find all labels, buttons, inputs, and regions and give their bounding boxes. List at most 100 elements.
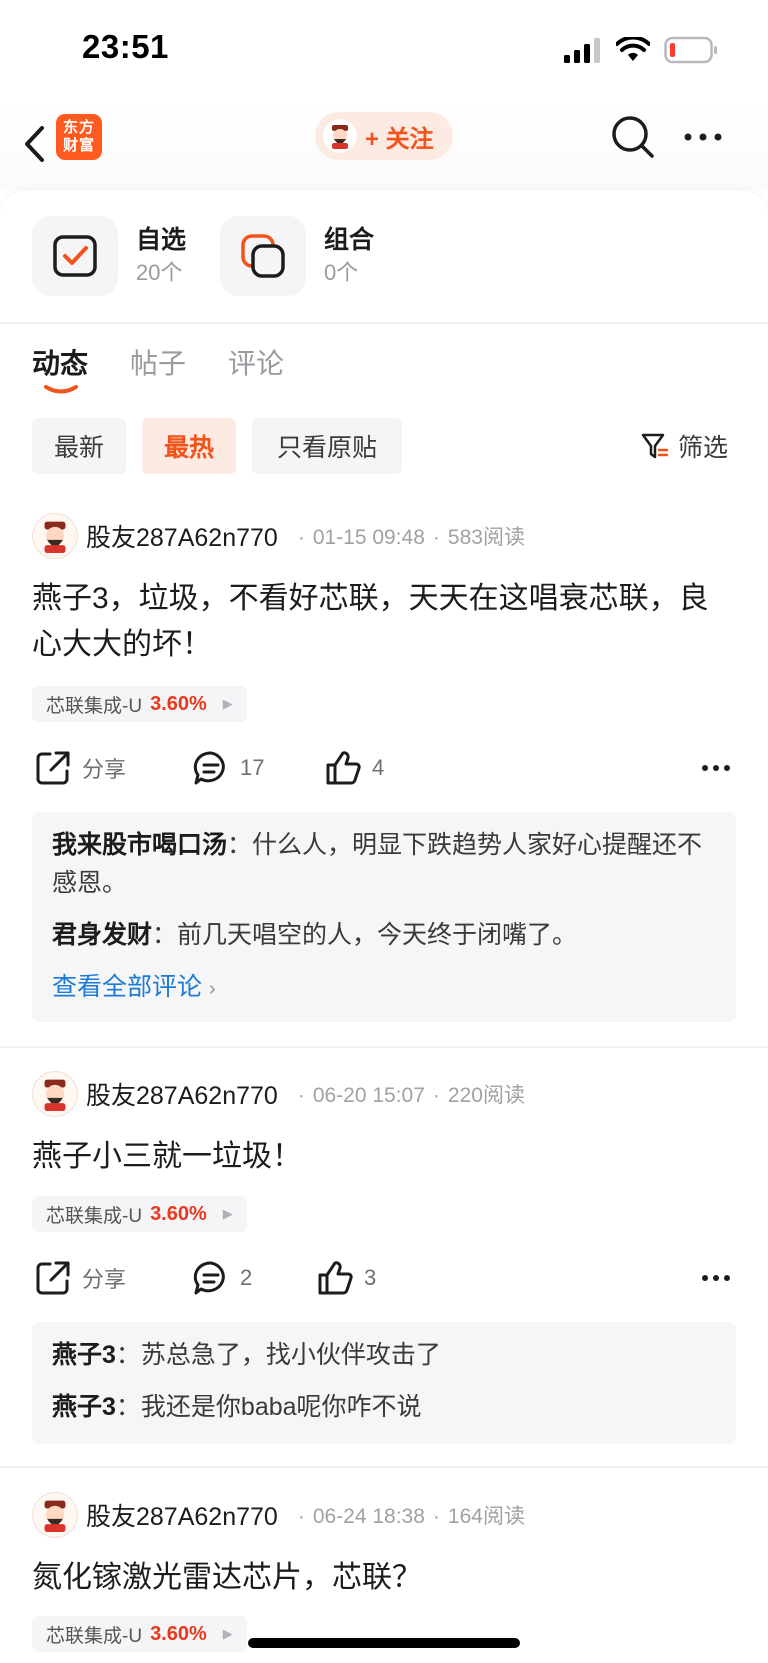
like-count: 3 — [364, 1265, 377, 1290]
more-dots-icon — [702, 1275, 730, 1281]
post-body[interactable]: 燕子3，垃圾，不看好芯联，天天在这唱衰芯联，良心大大的坏！ — [32, 576, 736, 668]
stock-name: 芯联集成-U — [46, 695, 143, 717]
caishen-avatar-icon — [44, 1500, 66, 1532]
post-time: 06-24 18:38 — [312, 1505, 425, 1528]
chevron-right-icon: › — [208, 978, 216, 1000]
stock-tag[interactable]: 芯联集成-U 3.60% ▶ — [32, 1196, 247, 1232]
shortcut-icon-box — [32, 216, 118, 296]
shortcut-count: 20个 — [136, 260, 183, 285]
shortcut-count: 0个 — [324, 260, 359, 285]
comment-item: 君身发财：前几天唱空的人，今天终于闭嘴了。 — [52, 921, 578, 949]
like-count: 4 — [372, 755, 385, 780]
chip-hottest[interactable]: 最热 — [142, 418, 236, 474]
comment-button[interactable]: 2 — [192, 1256, 252, 1300]
author-name[interactable]: 股友287A62n770 — [86, 1497, 278, 1533]
post-body[interactable]: 氮化镓激光雷达芯片，芯联？ — [32, 1555, 736, 1601]
comment-author[interactable]: 燕子3 — [52, 1393, 116, 1421]
divider — [0, 1046, 768, 1048]
tab-underline-indicator — [44, 385, 78, 394]
share-button[interactable]: 分享 — [34, 746, 126, 790]
share-icon — [36, 1261, 70, 1295]
portfolio-icon — [241, 234, 285, 278]
stock-name: 芯联集成-U — [46, 1625, 143, 1647]
chip-latest[interactable]: 最新 — [32, 418, 126, 474]
status-time: 23:51 — [82, 28, 169, 65]
post-time: 01-15 09:48 — [312, 526, 425, 549]
like-button[interactable]: 3 — [316, 1256, 376, 1300]
chip-original-only[interactable]: 只看原贴 — [252, 418, 402, 474]
comment-author[interactable]: 君身发财 — [52, 921, 152, 949]
filter-button[interactable]: 筛选 — [640, 424, 728, 468]
read-count: 220阅读 — [447, 1084, 525, 1107]
view-all-label: 查看全部评论 — [52, 973, 203, 1001]
thumbs-up-icon — [318, 1261, 353, 1295]
tab-dynamics[interactable]: 动态 — [32, 342, 88, 382]
share-icon — [36, 751, 70, 785]
stock-change: 3.60% — [150, 692, 207, 715]
chevron-left-icon — [25, 126, 44, 162]
comment-bubble-icon — [193, 1261, 225, 1295]
shortcut-watchlist[interactable]: 自选 20个 — [32, 216, 186, 296]
comment-text: 我还是你baba呢你咋不说 — [140, 1393, 422, 1421]
comment-button[interactable]: 17 — [192, 746, 264, 790]
avatar — [323, 119, 357, 153]
post-more-button[interactable] — [696, 1256, 736, 1300]
like-button[interactable]: 4 — [324, 746, 384, 790]
status-icons — [562, 34, 718, 66]
comment-item: 我来股市喝口汤：什么人，明显下跌趋势人家好心提醒还不感恩。 — [52, 831, 703, 897]
post-body[interactable]: 燕子小三就一垃圾！ — [32, 1134, 736, 1180]
comment-count: 17 — [240, 755, 265, 780]
post-header: 股友287A62n770 · 06-24 18:38 · 164阅读 — [32, 1492, 525, 1538]
cellular-signal-icon — [564, 38, 600, 63]
comment-preview-box[interactable]: 我来股市喝口汤：什么人，明显下跌趋势人家好心提醒还不感恩。 君身发财：前几天唱空… — [32, 812, 736, 1022]
more-menu-button[interactable] — [678, 112, 728, 162]
checkbox-icon — [53, 235, 97, 277]
comment-author[interactable]: 燕子3 — [52, 1341, 116, 1369]
author-name[interactable]: 股友287A62n770 — [86, 518, 278, 554]
post-meta: · 06-20 15:07 · 220阅读 — [297, 1084, 525, 1107]
share-button[interactable]: 分享 — [34, 1256, 126, 1300]
shortcut-portfolio[interactable]: 组合 0个 — [220, 216, 374, 296]
search-icon — [612, 116, 654, 158]
tab-comments[interactable]: 评论 — [228, 342, 284, 382]
author-name[interactable]: 股友287A62n770 — [86, 1076, 278, 1112]
comment-item: 燕子3：苏总急了，找小伙伴攻击了 — [52, 1341, 441, 1369]
caret-right-icon: ▶ — [222, 1206, 233, 1221]
stock-tag[interactable]: 芯联集成-U 3.60% ▶ — [32, 686, 247, 722]
search-button[interactable] — [608, 112, 658, 162]
caishen-avatar-icon — [44, 1079, 66, 1111]
comment-bubble-icon — [193, 751, 225, 785]
shortcut-label: 组合 — [324, 226, 375, 254]
avatar[interactable] — [32, 513, 78, 559]
comment-text: 苏总急了，找小伙伴攻击了 — [140, 1341, 441, 1369]
logo-line-1: 东方 — [62, 119, 95, 136]
comment-text: 前几天唱空的人，今天终于闭嘴了。 — [177, 921, 578, 949]
wifi-icon — [616, 37, 650, 61]
caishen-avatar-icon — [44, 521, 66, 553]
read-count: 164阅读 — [447, 1505, 525, 1528]
battery-icon — [664, 36, 717, 64]
read-count: 583阅读 — [447, 526, 525, 549]
post-more-button[interactable] — [696, 746, 736, 790]
follow-button[interactable]: + 关注 — [315, 112, 453, 160]
stock-name: 芯联集成-U — [46, 1205, 143, 1227]
comment-author[interactable]: 我来股市喝口汤 — [52, 831, 227, 859]
tab-posts[interactable]: 帖子 — [130, 342, 186, 382]
avatar[interactable] — [32, 1492, 78, 1538]
stock-change: 3.60% — [150, 1202, 207, 1225]
post-header: 股友287A62n770 · 06-20 15:07 · 220阅读 — [32, 1071, 525, 1117]
divider — [0, 1466, 768, 1468]
filter-label: 筛选 — [678, 434, 729, 462]
back-button[interactable] — [14, 116, 54, 172]
more-dots-icon — [702, 765, 730, 771]
stock-tag[interactable]: 芯联集成-U 3.60% ▶ — [32, 1616, 247, 1652]
comment-preview-box[interactable]: 燕子3：苏总急了，找小伙伴攻击了 燕子3：我还是你baba呢你咋不说 — [32, 1322, 736, 1444]
view-all-comments-link[interactable]: 查看全部评论 › — [52, 968, 716, 1008]
post-header: 股友287A62n770 · 01-15 09:48 · 583阅读 — [32, 513, 525, 559]
post-meta: · 01-15 09:48 · 583阅读 — [297, 526, 525, 549]
post-meta: · 06-24 18:38 · 164阅读 — [297, 1505, 525, 1528]
home-indicator — [248, 1638, 520, 1648]
app-logo[interactable]: 东方 财富 — [56, 114, 102, 160]
avatar[interactable] — [32, 1071, 78, 1117]
comment-count: 2 — [240, 1265, 253, 1290]
